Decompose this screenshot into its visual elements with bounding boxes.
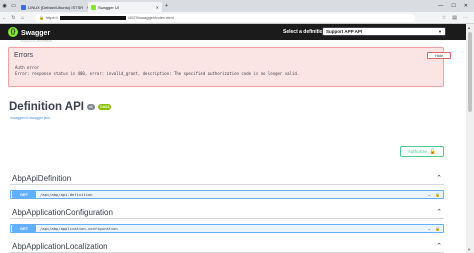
- chevron-up-icon: ⌃: [436, 243, 442, 250]
- hide-errors-button[interactable]: Hide: [427, 52, 451, 59]
- authorize-label: Authorize: [407, 149, 427, 154]
- browser-tab-bar: ◉ ▭ LINUX (Debian/Ubuntu) ISTSR ✕ Swagge…: [0, 0, 474, 12]
- api-title-block: Definition API v1 OAS3: [9, 101, 112, 113]
- lock-icon: 🔒: [39, 15, 44, 20]
- get-method-badge: GET: [12, 225, 36, 232]
- url-prefix: https://: [45, 15, 58, 20]
- chevron-down-icon: ▼: [438, 29, 442, 34]
- new-tab-icon[interactable]: +: [162, 2, 171, 11]
- operation-path: /api/abp/api-definition: [40, 192, 93, 197]
- tab-favicon-icon: [91, 4, 96, 10]
- page-scrollbar[interactable]: ▲ ▼: [466, 24, 474, 253]
- section-title: AbpApplicationLocalization: [12, 242, 108, 251]
- definition-label: Select a definition: [283, 29, 326, 35]
- definition-select[interactable]: Support APP API ▼: [322, 27, 446, 36]
- operation-row[interactable]: GET /api/abp/api-definition ⌄ 🔒: [10, 190, 444, 199]
- section-title: AbpApplicationConfiguration: [12, 208, 113, 217]
- operation-icons: ⌄ 🔒: [428, 226, 443, 231]
- section-abp-application-configuration[interactable]: AbpApplicationConfiguration ⌃: [10, 206, 444, 219]
- operation-path: /api/abp/application-configuration: [40, 226, 118, 231]
- back-icon[interactable]: ←: [0, 15, 9, 21]
- tab-swagger[interactable]: Swagger UI ✕: [88, 2, 162, 12]
- swagger-topbar: {} Swagger Supported by SMARTBEAR Select…: [0, 22, 474, 43]
- swagger-logo-icon: {}: [8, 27, 18, 37]
- close-window-icon[interactable]: ✕: [464, 3, 468, 9]
- tab-favicon-icon: [21, 4, 26, 10]
- section-abp-api-definition[interactable]: AbpApiDefinition ⌃: [10, 172, 444, 185]
- tab-actions-icon[interactable]: ▭: [9, 2, 18, 11]
- scroll-up-icon[interactable]: ▲: [467, 25, 471, 30]
- lock-icon[interactable]: 🔒: [435, 192, 440, 197]
- logo-subtext: Supported by SMARTBEAR: [21, 39, 53, 43]
- authorize-button[interactable]: Authorize 🔓: [400, 146, 444, 157]
- more-icon[interactable]: ⋯: [463, 15, 468, 21]
- browser-toolbar-icons: ☆ ▤ ⋯: [442, 15, 474, 21]
- lock-icon[interactable]: 🔒: [435, 226, 440, 231]
- collections-icon[interactable]: ▤: [452, 15, 457, 21]
- refresh-icon[interactable]: ↻: [9, 15, 18, 21]
- error-message: Auth error Error: response status is 400…: [15, 65, 299, 77]
- redacted-host: [60, 15, 126, 20]
- profile-icon[interactable]: ◉: [0, 2, 9, 11]
- swagger-logo[interactable]: {} Swagger Supported by SMARTBEAR: [8, 22, 52, 43]
- version-badge: v1: [86, 104, 95, 110]
- chevron-down-icon[interactable]: ⌄: [428, 226, 431, 231]
- tab-label: LINUX (Debian/Ubuntu) ISTSR: [28, 4, 84, 10]
- chevron-up-icon: ⌃: [436, 175, 442, 182]
- minimize-icon[interactable]: —: [438, 3, 443, 9]
- logo-text: Swagger: [21, 29, 51, 37]
- close-tab-icon[interactable]: ✕: [153, 5, 159, 10]
- swagger-json-link[interactable]: /swagger/v1/swagger.json: [10, 116, 50, 120]
- tab-label: Swagger UI: [98, 4, 119, 10]
- page-title: Definition API: [9, 101, 84, 113]
- chevron-up-icon: ⌃: [436, 209, 442, 216]
- definition-value: Support APP API: [326, 29, 363, 34]
- tab-linux[interactable]: LINUX (Debian/Ubuntu) ISTSR ✕: [18, 2, 88, 12]
- operation-row[interactable]: GET /api/abp/application-configuration ⌄…: [10, 224, 444, 233]
- section-abp-application-localization[interactable]: AbpApplicationLocalization ⌃: [10, 240, 444, 253]
- operation-icons: ⌄ 🔒: [428, 192, 443, 197]
- oas-badge: OAS3: [97, 104, 112, 110]
- scroll-down-icon[interactable]: ▼: [467, 247, 471, 252]
- maximize-icon[interactable]: ☐: [451, 3, 455, 9]
- window-controls: — ☐ ✕: [438, 3, 474, 9]
- errors-title: Errors: [14, 52, 34, 59]
- get-method-badge: GET: [12, 191, 36, 198]
- errors-panel: Errors Hide Auth error Error: response s…: [8, 47, 451, 87]
- favorite-icon[interactable]: ☆: [442, 15, 446, 21]
- scroll-thumb[interactable]: [468, 32, 472, 112]
- unlock-icon: 🔓: [429, 148, 437, 155]
- chevron-down-icon[interactable]: ⌄: [428, 192, 431, 197]
- error-line: Error: response status is 400, error: in…: [15, 71, 300, 76]
- url-suffix: /4570/swagger/index.html: [128, 15, 174, 20]
- url-field[interactable]: 🔒 https:// /4570/swagger/index.html: [35, 13, 415, 22]
- address-bar-row: ← ↻ ⌂ 🔒 https:// /4570/swagger/index.htm…: [0, 12, 474, 24]
- home-icon[interactable]: ⌂: [18, 15, 27, 21]
- section-title: AbpApiDefinition: [12, 174, 72, 183]
